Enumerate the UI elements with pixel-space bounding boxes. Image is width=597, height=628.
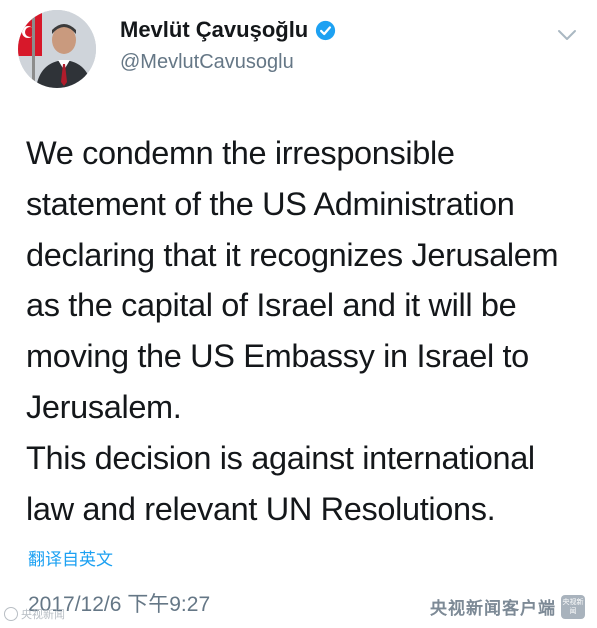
tweet-line: statement of the US Administration <box>26 185 515 222</box>
watermark-right-text: 央视新闻客户端 <box>430 599 556 618</box>
avatar[interactable] <box>18 10 96 88</box>
author-display-name[interactable]: Mevlüt Çavuşoğlu <box>120 17 308 43</box>
tweet-line: law and relevant UN Resolutions. <box>26 490 496 527</box>
tweet-line: We condemn the irresponsible <box>26 135 455 171</box>
author-name-row: Mevlüt Çavuşoğlu <box>120 17 336 43</box>
tweet-text: We condemn the irresponsible statement o… <box>26 128 586 534</box>
verified-badge-icon <box>316 20 336 40</box>
watermark-left-text: 央视新闻 <box>21 609 65 621</box>
author-handle[interactable]: @MevlutCavusoglu <box>120 51 294 74</box>
tweet-line: This decision is against international <box>26 439 535 476</box>
tweet-line: moving the US Embassy in Israel to <box>26 338 529 375</box>
tweet-line: declaring that it recognizes Jerusalem <box>26 236 559 273</box>
weibo-logo-icon <box>4 607 18 621</box>
tweet-line: Jerusalem. <box>26 388 182 425</box>
avatar-image <box>18 10 96 88</box>
translate-link[interactable]: 翻译自英文 <box>28 545 113 570</box>
watermark-left: 央视新闻 <box>4 606 65 622</box>
chevron-down-icon[interactable] <box>556 28 578 42</box>
watermark-right: 央视新闻客户端 央视新闻 <box>430 594 585 619</box>
cctv-news-badge-icon: 央视新闻 <box>561 594 585 619</box>
tweet-line: as the capital of Israel and it will be <box>26 287 517 324</box>
